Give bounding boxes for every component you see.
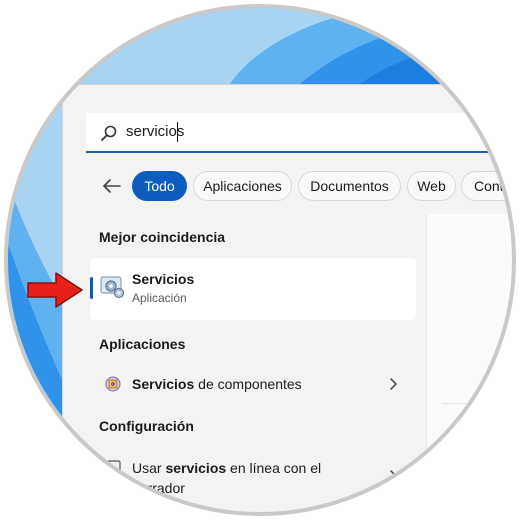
filter-chip-web[interactable]: Web bbox=[407, 171, 456, 201]
settings-result-prefix: Usar bbox=[132, 460, 166, 476]
component-services-icon bbox=[105, 376, 121, 392]
settings-result-narrator[interactable]: Usar servicios en línea con el narrador bbox=[132, 458, 372, 498]
settings-result-match: servicios bbox=[165, 460, 227, 476]
text-caret bbox=[177, 122, 178, 142]
filter-chip-todo[interactable]: Todo bbox=[132, 171, 187, 201]
section-apps: Aplicaciones bbox=[99, 336, 186, 352]
settings-result-suffix: en línea con el bbox=[226, 460, 322, 476]
app-result-component-services[interactable]: Servicios de componentes bbox=[132, 376, 302, 392]
best-match-subtitle: Aplicación bbox=[132, 291, 187, 305]
preview-panel bbox=[426, 214, 520, 520]
settings-icon bbox=[107, 460, 121, 472]
filter-chip-documentos[interactable]: Documentos bbox=[298, 171, 401, 201]
selection-indicator bbox=[90, 277, 93, 299]
best-match-title: Servicios bbox=[132, 271, 195, 287]
settings-result-line2: narrador bbox=[132, 480, 185, 496]
section-best-match: Mejor coincidencia bbox=[99, 229, 226, 245]
search-query-text[interactable]: servicios bbox=[126, 123, 184, 140]
chevron-right-icon[interactable] bbox=[388, 470, 398, 482]
section-settings: Configuración bbox=[99, 418, 194, 434]
back-arrow-icon[interactable] bbox=[100, 175, 122, 197]
search-icon bbox=[101, 125, 117, 141]
filter-chip-contactos[interactable]: Cont bbox=[461, 171, 520, 201]
screenshot-stage: servicios Todo Aplicaciones Documentos W… bbox=[0, 0, 520, 520]
chevron-right-icon[interactable] bbox=[388, 378, 398, 390]
app-result-rest: de componentes bbox=[194, 376, 302, 392]
best-match-result[interactable] bbox=[90, 258, 416, 320]
preview-divider bbox=[442, 403, 520, 404]
services-gear-icon bbox=[100, 276, 125, 299]
pointer-arrow-icon bbox=[27, 272, 83, 308]
app-result-match: Servicios bbox=[132, 376, 195, 392]
filter-chip-aplicaciones[interactable]: Aplicaciones bbox=[193, 171, 292, 201]
